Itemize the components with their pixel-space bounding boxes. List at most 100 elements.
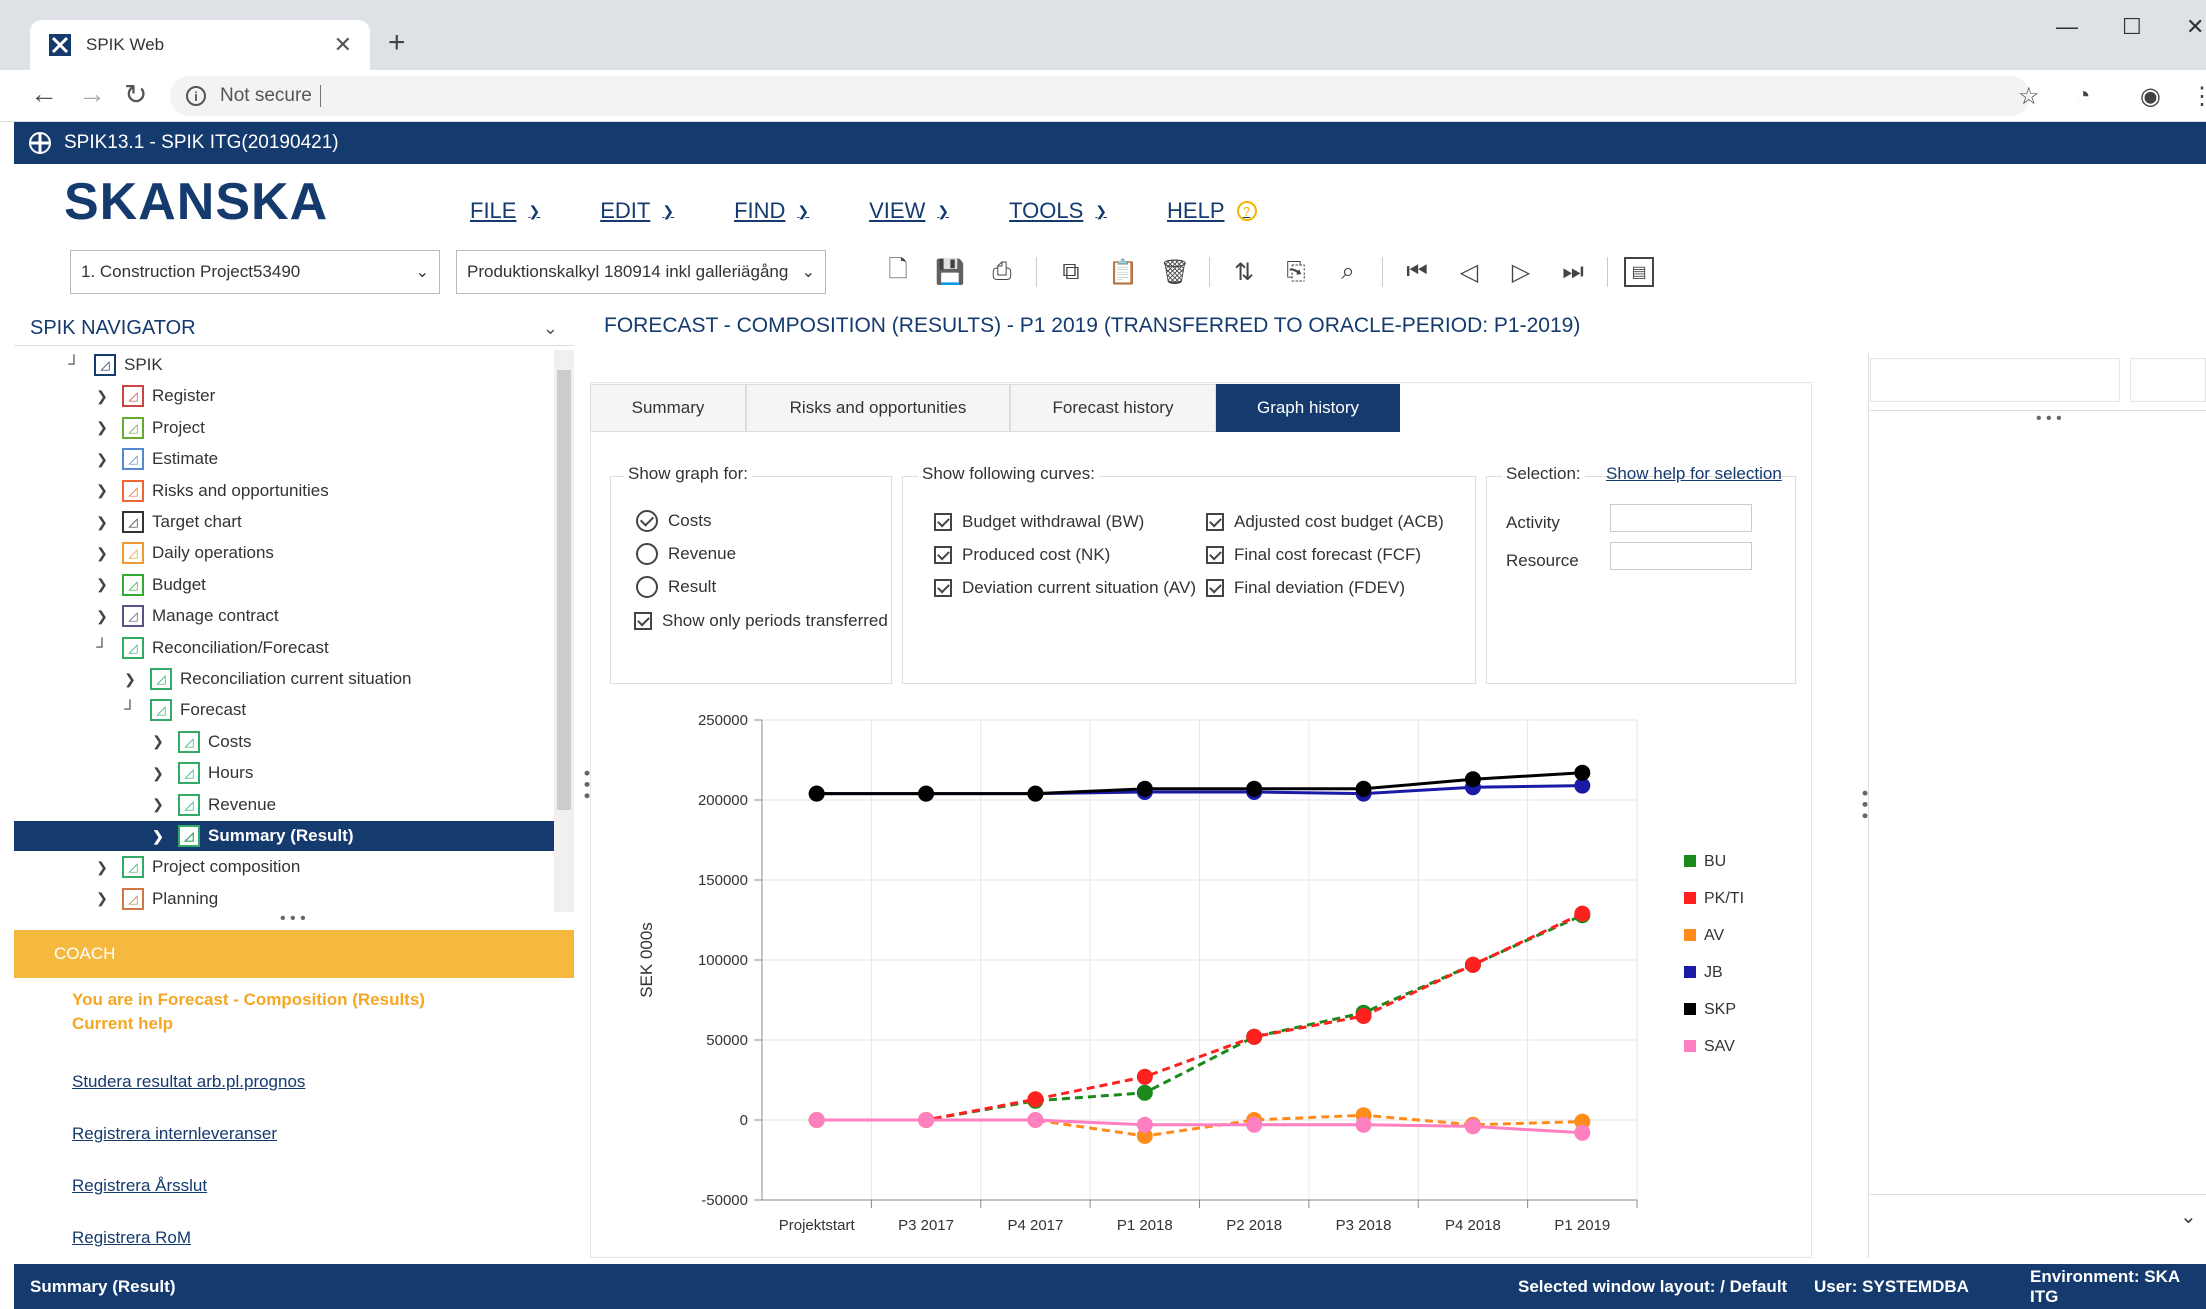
new-tab-icon[interactable]: + [388, 26, 406, 60]
checkbox-indicator[interactable] [934, 579, 952, 597]
tab-risks-and-opportunities[interactable]: Risks and opportunities [746, 384, 1010, 432]
tree-item[interactable]: ┘ ◿ SPIK [14, 350, 554, 380]
expand-icon[interactable]: ❯ [92, 419, 112, 436]
tree-item[interactable]: ❯ ◿ Project composition [14, 852, 554, 882]
expand-icon[interactable]: ❯ [92, 545, 112, 562]
checkbox-indicator[interactable] [634, 612, 652, 630]
back-icon[interactable]: ← [30, 78, 58, 110]
maximize-icon[interactable]: ☐ [2122, 14, 2142, 40]
tree-item[interactable]: ❯ ◿ Budget [14, 570, 554, 600]
checkbox-acb[interactable]: Adjusted cost budget (ACB) [1206, 512, 1444, 532]
coach-header[interactable]: COACH [14, 930, 574, 978]
tab-summary[interactable]: Summary [590, 384, 746, 432]
radio-revenue[interactable]: Revenue [636, 543, 736, 565]
previous-record-icon[interactable]: ◁ [1451, 254, 1487, 290]
tree-item[interactable]: ❯ ◿ Project [14, 413, 554, 443]
checkbox-nk[interactable]: Produced cost (NK) [934, 545, 1110, 565]
expand-icon[interactable]: ❯ [92, 859, 112, 876]
forward-icon[interactable]: → [78, 78, 106, 110]
browser-tab[interactable]: SPIK Web ✕ [30, 20, 370, 70]
chevron-down-icon[interactable]: ⌄ [543, 318, 558, 339]
profile-icon[interactable]: ◉ [2140, 82, 2161, 111]
sort-icon[interactable]: ⇅ [1226, 254, 1262, 290]
search-icon[interactable]: ⌕ [1330, 254, 1366, 290]
tree-item[interactable]: ❯ ◿ Target chart [14, 507, 554, 537]
checkbox-fcf[interactable]: Final cost forecast (FCF) [1206, 545, 1421, 565]
radio-indicator[interactable] [636, 576, 658, 598]
expand-icon[interactable]: ❯ [92, 482, 112, 499]
filter-document-icon[interactable]: ⎘ [1278, 254, 1314, 290]
checkbox-only-transferred[interactable]: Show only periods transferred [634, 611, 890, 631]
navigator-resize-handle[interactable]: • • • [280, 910, 306, 928]
menu-view[interactable]: VIEW ❯ [869, 198, 949, 224]
layout-icon[interactable]: ▤ [1624, 257, 1654, 287]
tree-item[interactable]: ┘ ◿ Forecast [14, 695, 554, 725]
menu-file[interactable]: FILE ❯ [470, 198, 540, 224]
checkbox-indicator[interactable] [934, 513, 952, 531]
checkbox-indicator[interactable] [1206, 579, 1224, 597]
tree-item[interactable]: ❯ ◿ Estimate [14, 444, 554, 474]
radio-indicator[interactable] [636, 543, 658, 565]
checkbox-bw[interactable]: Budget withdrawal (BW) [934, 512, 1144, 532]
menu-help[interactable]: HELP? [1167, 198, 1257, 224]
tab-forecast-history[interactable]: Forecast history [1010, 384, 1216, 432]
right-panel-resize-handle[interactable]: • • • [2036, 410, 2062, 428]
expand-icon[interactable]: ❯ [148, 765, 168, 782]
last-record-icon[interactable]: ⏭ [1555, 254, 1591, 290]
tree-item[interactable]: ❯ ◿ Costs [14, 727, 554, 757]
tree-item[interactable]: ❯ ◿ Summary (Result) [14, 821, 554, 851]
new-document-icon[interactable]: 🗋 [880, 254, 916, 290]
radio-costs[interactable]: Costs [636, 510, 711, 532]
navigator-scrollbar[interactable] [554, 350, 574, 912]
expand-icon[interactable]: ❯ [148, 733, 168, 750]
expand-icon[interactable]: ❯ [148, 796, 168, 813]
tree-item[interactable]: ❯ ◿ Risks and opportunities [14, 476, 554, 506]
menu-edit[interactable]: EDIT ❯ [600, 198, 674, 224]
first-record-icon[interactable]: ⏮ [1399, 254, 1435, 290]
coach-link[interactable]: Registrera Årsslut [72, 1176, 207, 1196]
bookmark-star-icon[interactable]: ☆ [2018, 82, 2040, 111]
tree-item[interactable]: ┘ ◿ Reconciliation/Forecast [14, 633, 554, 663]
collapse-icon[interactable]: ┘ [64, 356, 84, 374]
minimize-icon[interactable]: — [2056, 14, 2078, 40]
expand-icon[interactable]: ❯ [92, 890, 112, 907]
copy-icon[interactable]: ⧉ [1053, 254, 1089, 290]
expand-icon[interactable]: ❯ [148, 828, 168, 845]
checkbox-av[interactable]: Deviation current situation (AV) [934, 578, 1208, 598]
expand-icon[interactable]: ❯ [92, 608, 112, 625]
expand-icon[interactable]: ❯ [92, 388, 112, 405]
paste-icon[interactable]: 📋 [1105, 254, 1141, 290]
close-tab-icon[interactable]: ✕ [334, 32, 352, 58]
tree-item[interactable]: ❯ ◿ Daily operations [14, 538, 554, 568]
radio-result[interactable]: Result [636, 576, 716, 598]
save-icon[interactable]: 💾 [932, 254, 968, 290]
scrollbar-thumb[interactable] [557, 370, 571, 810]
checkbox-indicator[interactable] [934, 546, 952, 564]
address-bar[interactable]: i Not secure [170, 76, 2030, 116]
coach-link[interactable]: Studera resultat arb.pl.prognos [72, 1072, 305, 1092]
tree-item[interactable]: ❯ ◿ Revenue [14, 790, 554, 820]
collapse-icon[interactable]: ┘ [120, 701, 140, 719]
tree-item[interactable]: ❯ ◿ Hours [14, 758, 554, 788]
next-record-icon[interactable]: ▷ [1503, 254, 1539, 290]
expand-icon[interactable]: ❯ [120, 671, 140, 688]
coach-link[interactable]: Registrera RoM [72, 1228, 191, 1248]
expand-icon[interactable]: ❯ [92, 576, 112, 593]
expand-icon[interactable]: ❯ [92, 514, 112, 531]
activity-input[interactable] [1610, 504, 1752, 532]
reload-icon[interactable]: ↻ [124, 78, 147, 111]
chevron-down-icon[interactable]: ⌄ [2180, 1204, 2197, 1229]
tree-item[interactable]: ❯ ◿ Manage contract [14, 601, 554, 631]
delete-icon[interactable]: 🗑 [1157, 254, 1193, 290]
checkbox-indicator[interactable] [1206, 546, 1224, 564]
navigator-header[interactable]: SPIK NAVIGATOR ⌄ [14, 312, 574, 346]
tree-item[interactable]: ❯ ◿ Reconciliation current situation [14, 664, 554, 694]
show-help-for-selection-link[interactable]: Show help for selection [1606, 464, 1782, 484]
info-icon[interactable]: i [186, 86, 206, 106]
print-icon[interactable]: ⎙ [984, 254, 1020, 290]
close-window-icon[interactable]: ✕ [2186, 14, 2204, 40]
calculation-select[interactable]: Produktionskalkyl 180914 inkl galleriägå… [456, 250, 826, 294]
menu-tools[interactable]: TOOLS ❯ [1009, 198, 1107, 224]
tree-item[interactable]: ❯ ◿ Planning [14, 884, 554, 912]
tree-item[interactable]: ❯ ◿ Register [14, 381, 554, 411]
